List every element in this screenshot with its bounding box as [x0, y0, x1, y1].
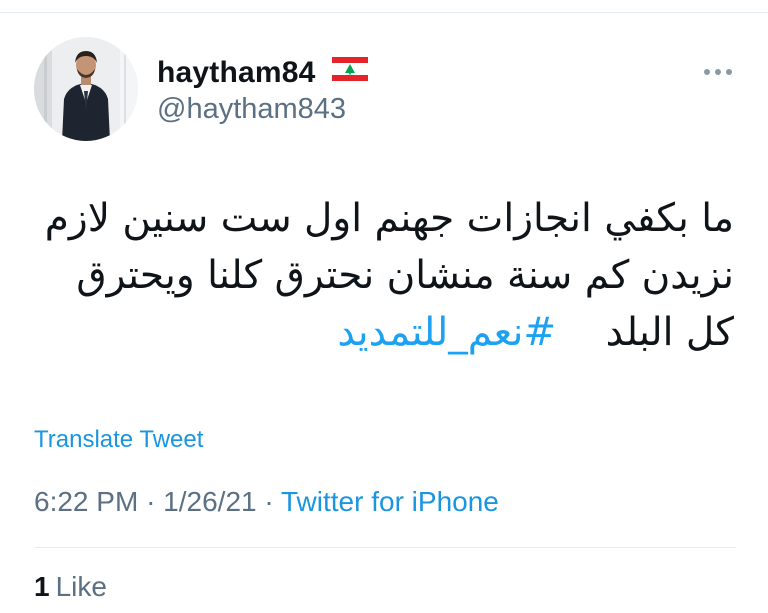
tweet-metadata: 6:22 PM · 1/26/21 · Twitter for iPhone: [34, 485, 499, 519]
display-name[interactable]: haytham84: [157, 55, 369, 90]
likes-label: Like: [55, 571, 107, 602]
tweet-source-link[interactable]: Twitter for iPhone: [281, 486, 499, 517]
user-handle[interactable]: @haytham843: [157, 92, 346, 126]
divider: [34, 547, 736, 548]
avatar[interactable]: [34, 37, 138, 141]
meta-separator: ·: [146, 486, 156, 517]
hashtag-link[interactable]: #نعم_للتمديد: [337, 310, 556, 355]
tweet-text: ما بكفي انجازات جهنم اول ست سنين لازم نز…: [34, 190, 734, 361]
tweet-date[interactable]: 1/26/21: [163, 486, 256, 517]
display-name-text: haytham84: [157, 56, 316, 89]
likes-count-link[interactable]: 1 Like: [34, 570, 107, 604]
meta-separator: ·: [264, 486, 274, 517]
more-horizontal-icon[interactable]: [700, 60, 736, 84]
likes-count: 1: [34, 571, 50, 602]
translate-tweet-link[interactable]: Translate Tweet: [34, 425, 203, 455]
lebanon-flag-icon: [332, 55, 369, 89]
tweet-time[interactable]: 6:22 PM: [34, 486, 138, 517]
avatar-photo: [34, 37, 138, 141]
top-divider: [0, 12, 768, 13]
